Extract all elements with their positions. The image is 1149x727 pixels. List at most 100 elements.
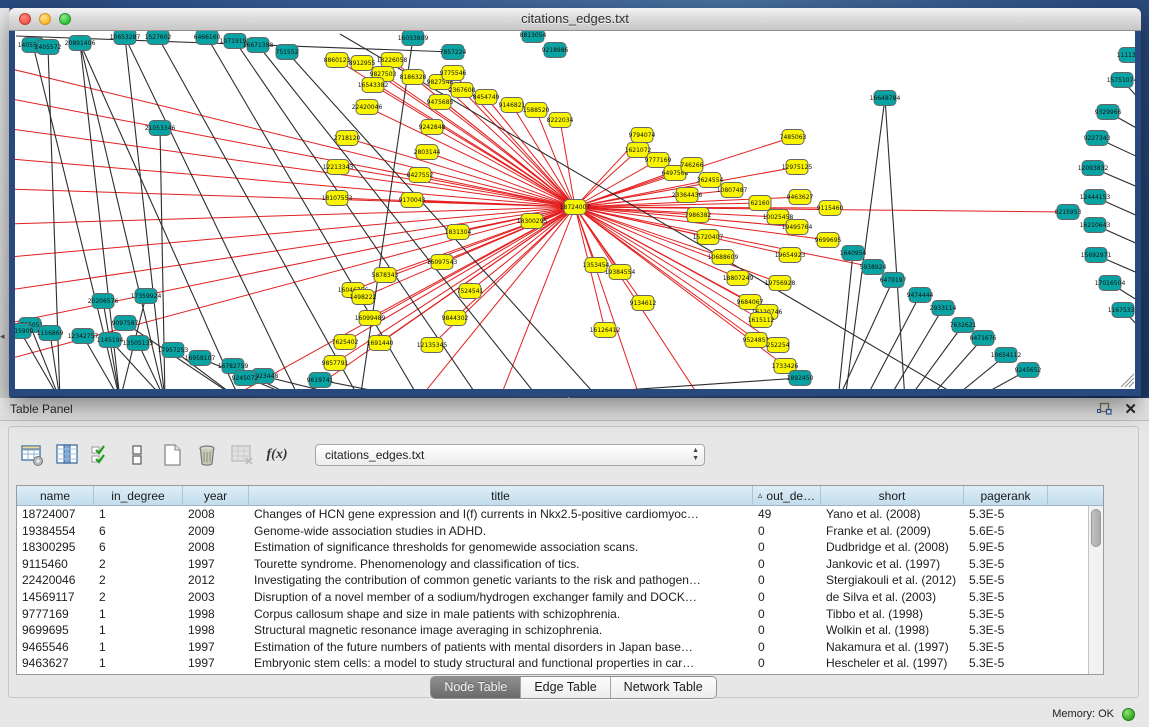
row-height-icon[interactable] (124, 442, 150, 468)
graph-node[interactable]: 21053346 (145, 121, 176, 136)
table-row[interactable]: 946554611997Estimation of the future num… (17, 639, 1088, 656)
graph-node[interactable]: 8427552 (407, 168, 434, 183)
graph-node[interactable]: 9329966 (1095, 105, 1122, 120)
graph-node[interactable]: 8471676 (970, 331, 997, 346)
graph-node[interactable]: 13505135 (123, 336, 154, 351)
graph-node[interactable]: 11675334 (1108, 303, 1135, 318)
graph-node[interactable]: 16543382 (358, 78, 389, 93)
graph-node[interactable]: 16958107 (185, 351, 216, 366)
graph-node[interactable]: 15751074 (1107, 73, 1135, 88)
graph-node[interactable]: 12093832 (1078, 161, 1109, 176)
table-row[interactable]: 977716911998Corpus callosum shape and si… (17, 606, 1088, 623)
graph-node[interactable]: 8860123 (324, 53, 351, 68)
graph-node[interactable]: 8454749 (473, 90, 500, 105)
graph-node[interactable]: 1145194 (97, 333, 124, 348)
graph-node[interactable]: 1831304 (445, 225, 472, 240)
table-row[interactable]: 2242004622012Investigating the contribut… (17, 572, 1088, 589)
graph-node[interactable]: 18107553 (322, 191, 353, 206)
graph-node[interactable]: 10653287 (110, 31, 141, 45)
table-scrollbar[interactable] (1088, 506, 1103, 674)
tab-node-table[interactable]: Node Table (431, 677, 521, 698)
float-panel-icon[interactable] (1097, 402, 1112, 416)
graph-node[interactable]: 6466160 (194, 31, 221, 45)
graph-node[interactable]: 2367608 (449, 83, 476, 98)
graph-node[interactable]: 3624554 (697, 173, 724, 188)
column-header-title[interactable]: title (249, 486, 753, 505)
graph-node[interactable]: 8912955 (349, 56, 376, 71)
table-settings-icon[interactable] (19, 442, 45, 468)
graph-node[interactable]: 10688609 (708, 250, 739, 265)
graph-node[interactable]: 9463627 (787, 190, 814, 205)
graph-node[interactable]: 9474444 (907, 288, 934, 303)
new-document-icon[interactable] (159, 442, 185, 468)
graph-node[interactable]: 23364436 (672, 188, 703, 203)
graph-node[interactable]: 2718120 (334, 131, 361, 146)
graph-node[interactable]: 18300295 (517, 214, 548, 229)
table-row[interactable]: 911546021997Tourette syndrome. Phenomeno… (17, 556, 1088, 573)
graph-node[interactable]: 8813054 (520, 31, 547, 43)
collapse-arrow-icon[interactable]: ◂ (0, 332, 5, 341)
splitter-handle[interactable]: ▴ (567, 396, 571, 402)
graph-node[interactable]: 12975125 (782, 160, 813, 175)
graph-node[interactable]: 9619741 (307, 373, 334, 388)
graph-node[interactable]: 2405572 (35, 40, 62, 55)
resize-grip[interactable] (1121, 374, 1134, 387)
graph-node[interactable]: 8186328 (400, 70, 427, 85)
graph-node[interactable]: 9857791 (322, 356, 349, 371)
graph-node[interactable]: 1588520 (523, 103, 550, 118)
graph-node[interactable]: 9524851 (743, 333, 770, 348)
graph-node[interactable]: 16126412 (590, 323, 621, 338)
graph-node[interactable]: 22420046 (352, 100, 383, 115)
graph-node[interactable]: 8215953 (1055, 205, 1082, 220)
graph-node[interactable]: 9242848 (419, 120, 446, 135)
graph-node[interactable]: 20891406 (65, 36, 96, 51)
memory-status-indicator[interactable] (1122, 708, 1135, 721)
graph-node[interactable]: 16033809 (398, 31, 429, 46)
graph-node[interactable]: 1892450 (787, 371, 814, 386)
graph-node[interactable]: 2803144 (414, 145, 441, 160)
graph-node[interactable]: 2933114 (930, 301, 957, 316)
network-window-titlebar[interactable]: citations_edges.txt (9, 8, 1141, 31)
graph-node[interactable]: 9775546 (440, 66, 467, 81)
graph-node[interactable]: 1111304 (1117, 48, 1135, 63)
graph-node[interactable]: 1640954 (840, 246, 867, 261)
delete-table-icon[interactable] (229, 442, 255, 468)
graph-node[interactable]: 18226058 (377, 53, 408, 68)
graph-node[interactable]: 1615112 (748, 313, 775, 328)
graph-node[interactable]: 6479197 (880, 273, 907, 288)
graph-node[interactable]: 7485063 (780, 130, 807, 145)
graph-node[interactable]: 252254 (767, 338, 790, 353)
graph-node[interactable]: 5878343 (372, 268, 399, 283)
graph-node[interactable]: 16210643 (1080, 218, 1111, 233)
table-row[interactable]: 1830029562008Estimation of significance … (17, 539, 1088, 556)
graph-node[interactable]: 9245652 (1015, 363, 1042, 378)
graph-node[interactable]: 9245072 (232, 371, 259, 386)
node-table[interactable]: namein_degreeyeartitle▵out_de…shortpager… (16, 485, 1104, 675)
close-panel-icon[interactable]: ✕ (1124, 402, 1137, 417)
function-icon[interactable]: f(x) (264, 442, 290, 468)
graph-node[interactable]: 62160 (749, 196, 771, 211)
graph-node[interactable]: 3915909 (15, 324, 34, 339)
graph-node[interactable]: 17016504 (1095, 276, 1126, 291)
table-selector-dropdown[interactable]: citations_edges.txt▲▼ (315, 444, 705, 466)
network-canvas-area[interactable]: 1872400788601238912955182260589827503165… (15, 31, 1135, 389)
graph-node[interactable]: 9794074 (629, 128, 656, 143)
tab-network-table[interactable]: Network Table (611, 677, 716, 698)
graph-node[interactable]: 8222034 (547, 113, 574, 128)
graph-node[interactable]: 9227343 (1084, 131, 1111, 146)
graph-node[interactable]: 16671388 (243, 38, 274, 53)
insert-column-icon[interactable] (54, 442, 80, 468)
graph-node[interactable]: 18807249 (723, 271, 754, 286)
graph-node[interactable]: 12342757 (68, 329, 99, 344)
graph-node[interactable]: 12444153 (1080, 190, 1111, 205)
graph-node[interactable]: 7632621 (950, 318, 977, 333)
graph-node[interactable]: 7625402 (332, 335, 359, 350)
graph-node[interactable]: 15720407 (693, 230, 724, 245)
table-scrollbar-thumb[interactable] (1091, 509, 1101, 547)
graph-node[interactable]: 9097587 (112, 316, 139, 331)
graph-node[interactable]: 9146821 (499, 98, 526, 113)
graph-node[interactable]: 7857224 (440, 45, 467, 60)
graph-node[interactable]: 9844302 (442, 311, 469, 326)
graph-node[interactable]: 19756928 (765, 276, 796, 291)
graph-node[interactable]: 1498222 (350, 290, 377, 305)
